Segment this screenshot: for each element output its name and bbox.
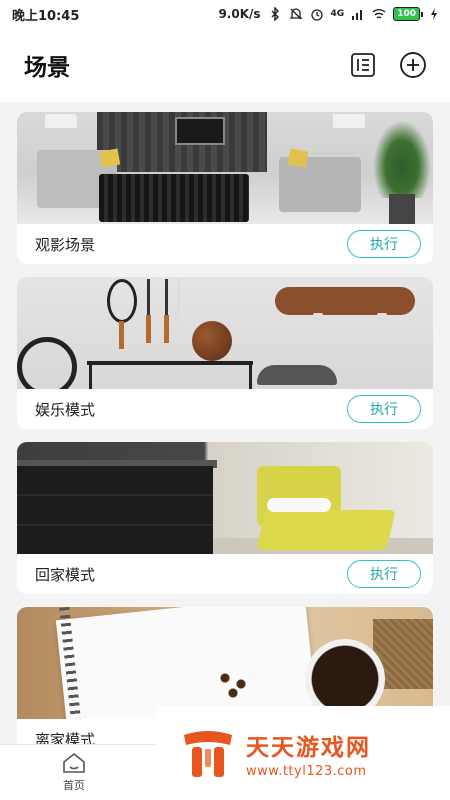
signal-label: 4G bbox=[330, 9, 345, 19]
scene-footer: 观影场景 执行 bbox=[17, 224, 433, 264]
watermark: 天天游戏网 www.ttyl123.com bbox=[156, 706, 450, 800]
signal-icon bbox=[352, 10, 363, 20]
battery-icon: 100 bbox=[393, 7, 423, 21]
mute-icon bbox=[288, 8, 303, 20]
scene-card[interactable]: 观影场景 执行 bbox=[17, 112, 433, 264]
alarm-icon bbox=[310, 9, 323, 21]
bluetooth-icon bbox=[271, 7, 279, 21]
execute-button[interactable]: 执行 bbox=[347, 395, 421, 423]
status-time: 晚上10:45 bbox=[12, 8, 80, 24]
watermark-url: www.ttyl123.com bbox=[246, 763, 367, 779]
list-button[interactable] bbox=[348, 50, 378, 80]
scene-image bbox=[17, 277, 433, 389]
execute-button[interactable]: 执行 bbox=[347, 230, 421, 258]
status-bar: 晚上10:45 9.0K/s 4G 100 bbox=[0, 0, 450, 28]
scene-name: 观影场景 bbox=[35, 235, 96, 254]
scene-footer: 回家模式 执行 bbox=[17, 554, 433, 594]
charging-icon bbox=[431, 8, 437, 20]
scene-name: 娱乐模式 bbox=[35, 400, 96, 419]
watermark-logo-icon bbox=[184, 731, 232, 777]
scene-card[interactable]: 娱乐模式 执行 bbox=[17, 277, 433, 429]
scene-name: 回家模式 bbox=[35, 565, 96, 584]
page-header: 场景 bbox=[0, 28, 450, 102]
network-speed: 9.0K/s bbox=[218, 7, 261, 21]
wifi-icon bbox=[372, 9, 386, 19]
nav-home[interactable]: 首页 bbox=[44, 751, 104, 797]
watermark-title: 天天游戏网 bbox=[246, 734, 371, 761]
scene-card[interactable]: 回家模式 执行 bbox=[17, 442, 433, 594]
scene-image bbox=[17, 607, 433, 719]
plus-circle-icon bbox=[400, 52, 426, 78]
list-icon bbox=[351, 53, 375, 77]
scene-image bbox=[17, 442, 433, 554]
page-title: 场景 bbox=[24, 55, 70, 81]
scene-footer: 娱乐模式 执行 bbox=[17, 389, 433, 429]
nav-home-label: 首页 bbox=[63, 779, 85, 792]
execute-button[interactable]: 执行 bbox=[347, 560, 421, 588]
add-scene-button[interactable] bbox=[398, 50, 428, 80]
scene-list: 观影场景 执行 娱乐模式 执行 回家模式 执行 离家模式 bbox=[17, 112, 433, 780]
home-icon bbox=[63, 752, 85, 773]
scene-image bbox=[17, 112, 433, 224]
status-icons: 9.0K/s 4G 100 bbox=[218, 7, 438, 21]
battery-level: 100 bbox=[393, 7, 420, 21]
